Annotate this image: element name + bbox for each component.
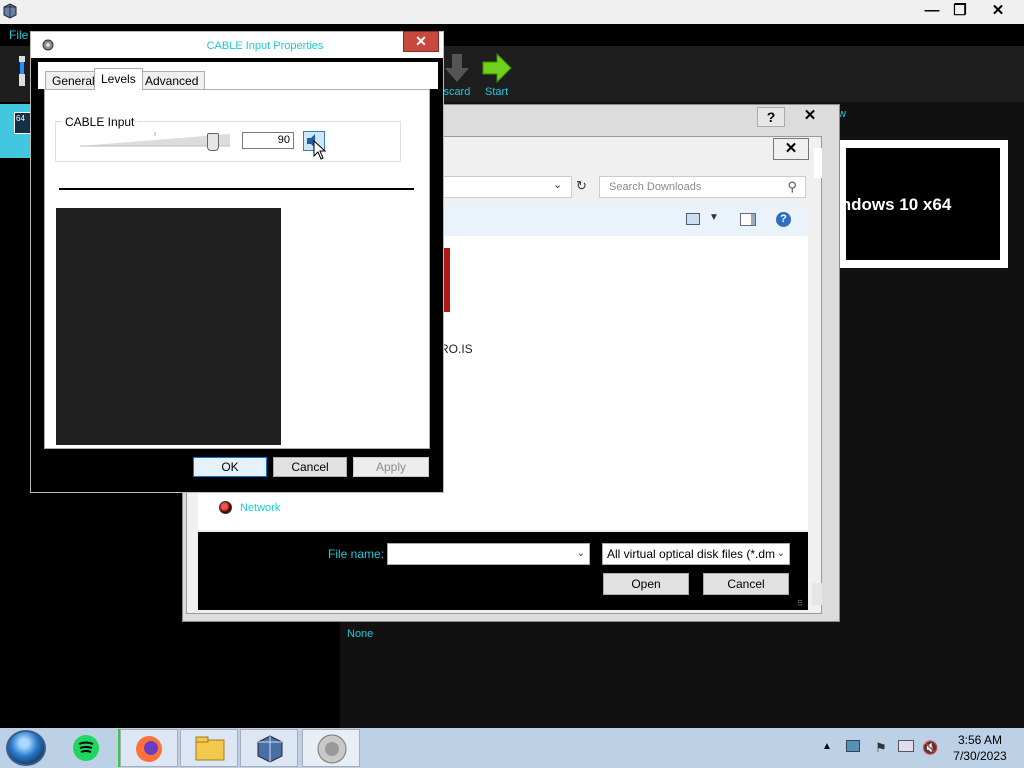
taskbar-firefox[interactable] bbox=[120, 729, 178, 767]
resize-grip-icon[interactable]: ⠿ bbox=[797, 599, 803, 608]
separator-line bbox=[59, 188, 414, 190]
menu-file[interactable]: File bbox=[9, 28, 28, 42]
file-list[interactable] bbox=[440, 236, 808, 530]
vm-list-item[interactable]: 64 bbox=[0, 104, 34, 158]
filename-label: File name: bbox=[328, 547, 385, 561]
scrollbar-bottom[interactable] bbox=[812, 583, 822, 605]
navigation-pane bbox=[198, 490, 440, 530]
network-tray-icon[interactable] bbox=[846, 740, 860, 752]
vm-preview-label: indows 10 x64 bbox=[836, 195, 952, 214]
vbox-titlebar bbox=[0, 0, 1024, 24]
view-options-chevron-icon[interactable]: ▼ bbox=[709, 212, 719, 223]
tab-advanced[interactable]: Advanced bbox=[138, 71, 206, 89]
chevron-down-icon[interactable]: ⌄ bbox=[774, 548, 785, 559]
discard-button-label[interactable]: iscard bbox=[441, 86, 470, 98]
search-icon[interactable]: ⚲ bbox=[787, 179, 797, 195]
volume-muted-icon[interactable]: 🔇 bbox=[922, 740, 938, 756]
search-input[interactable]: Search Downloads ⚲ bbox=[599, 176, 806, 198]
restore-button[interactable]: ❐ bbox=[942, 0, 978, 22]
network-icon[interactable] bbox=[219, 501, 232, 514]
speaker-icon bbox=[317, 734, 347, 764]
action-center-flag-icon[interactable]: ⚑ bbox=[875, 740, 887, 756]
search-placeholder: Search Downloads bbox=[609, 181, 702, 193]
file-type-value: All virtual optical disk files (*.dm bbox=[607, 547, 776, 561]
chevron-down-icon[interactable]: ⌄ bbox=[577, 548, 585, 559]
apply-button[interactable]: Apply bbox=[353, 457, 429, 477]
taskbar-file-explorer[interactable] bbox=[180, 729, 238, 767]
help-button[interactable]: ? bbox=[757, 107, 785, 127]
refresh-icon[interactable]: ↻ bbox=[576, 178, 587, 194]
spotify-icon bbox=[73, 735, 99, 761]
close-button[interactable]: ✕ bbox=[980, 0, 1016, 22]
display-tray-icon[interactable] bbox=[898, 740, 914, 752]
chevron-down-icon[interactable]: ⌄ bbox=[553, 178, 562, 191]
help-icon[interactable]: ? bbox=[776, 212, 791, 227]
virtualbox-icon bbox=[257, 735, 283, 763]
scrollbar[interactable] bbox=[814, 148, 822, 178]
clock-time[interactable]: 3:56 AM bbox=[950, 733, 1010, 747]
properties-close-button[interactable]: ✕ bbox=[403, 31, 439, 52]
dialog-close-button[interactable]: ✕ bbox=[788, 107, 832, 127]
preview-pane-icon[interactable] bbox=[740, 213, 756, 226]
browser-close-button[interactable]: ✕ bbox=[773, 138, 809, 160]
ok-button[interactable]: OK bbox=[193, 457, 267, 477]
virtualbox-logo-icon bbox=[3, 3, 17, 19]
file-item-label[interactable]: RO.IS bbox=[440, 342, 473, 356]
level-group-label: CABLE Input bbox=[62, 115, 138, 129]
taskbar-virtualbox[interactable] bbox=[240, 729, 298, 767]
tab-levels[interactable]: Levels bbox=[94, 68, 143, 90]
blank-content-area bbox=[56, 208, 281, 445]
speaker-settings-icon bbox=[42, 39, 54, 51]
cancel-button[interactable]: Cancel bbox=[703, 573, 789, 595]
cancel-button[interactable]: Cancel bbox=[273, 457, 347, 477]
tools-icon[interactable] bbox=[17, 56, 27, 86]
start-arrow-icon[interactable] bbox=[481, 52, 513, 84]
level-value-field[interactable]: 90 bbox=[242, 132, 294, 149]
window-title: CABLE Input Properties bbox=[206, 40, 324, 52]
start-orb-icon[interactable] bbox=[6, 730, 46, 766]
filename-input[interactable]: ⌄ bbox=[387, 543, 590, 565]
details-none-label: None bbox=[347, 628, 374, 640]
file-explorer-icon bbox=[195, 736, 225, 761]
mouse-cursor-icon bbox=[313, 140, 327, 160]
volume-slider-thumb[interactable] bbox=[207, 133, 219, 151]
show-hidden-icons-chevron-icon[interactable]: ▲ bbox=[822, 741, 832, 752]
start-button-label[interactable]: Start bbox=[485, 86, 508, 98]
vm-arch-badge: 64 bbox=[16, 114, 25, 123]
taskbar-spotify[interactable] bbox=[58, 729, 116, 767]
file-type-select[interactable]: All virtual optical disk files (*.dm ⌄ bbox=[602, 543, 790, 565]
open-button[interactable]: Open bbox=[603, 573, 689, 595]
discard-icon[interactable] bbox=[443, 52, 471, 84]
change-view-icon[interactable] bbox=[686, 213, 700, 225]
clock-date[interactable]: 7/30/2023 bbox=[950, 749, 1010, 763]
firefox-icon bbox=[136, 736, 162, 762]
taskbar-sound-settings[interactable] bbox=[302, 729, 360, 767]
nav-item-network[interactable]: Network bbox=[240, 502, 280, 514]
